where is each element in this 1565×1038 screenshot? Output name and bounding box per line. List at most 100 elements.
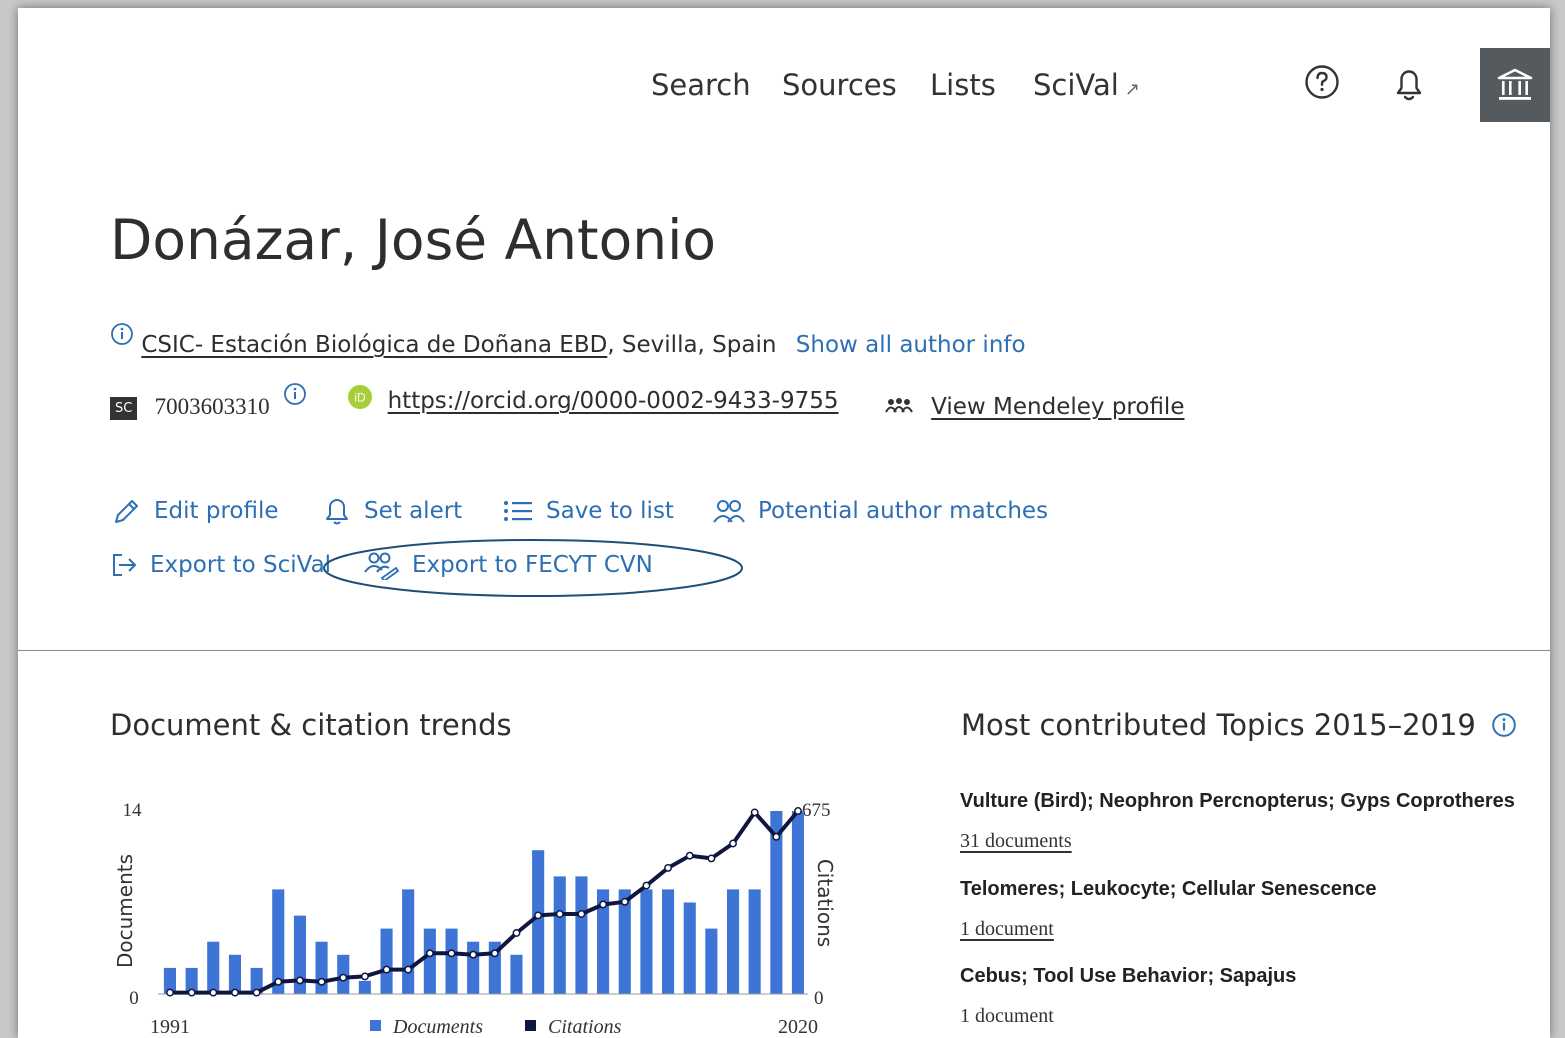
mendeley-profile-link[interactable]: View Mendeley profile: [931, 394, 1184, 420]
nav-sources[interactable]: Sources: [782, 68, 897, 102]
citations-point[interactable]: [534, 911, 543, 920]
citations-point[interactable]: [490, 949, 499, 958]
citations-point[interactable]: [382, 965, 391, 974]
potential-author-matches-action[interactable]: Potential author matches: [712, 496, 1048, 526]
citations-point[interactable]: [555, 910, 564, 918]
nav-lists[interactable]: Lists: [930, 68, 996, 102]
citations-point[interactable]: [209, 988, 218, 997]
citations-point[interactable]: [231, 988, 239, 997]
citations-point[interactable]: [166, 988, 174, 997]
citations-point[interactable]: [274, 977, 283, 986]
nav-search[interactable]: Search: [651, 68, 751, 102]
documents-bar[interactable]: [228, 954, 241, 994]
citations-point[interactable]: [512, 929, 521, 937]
citations-point[interactable]: [339, 973, 348, 982]
citations-point[interactable]: [620, 897, 629, 906]
documents-bar[interactable]: [640, 889, 653, 994]
set-alert-action[interactable]: Set alert: [322, 496, 462, 526]
citations-point[interactable]: [772, 832, 781, 841]
documents-bar[interactable]: [683, 902, 696, 995]
citations-point[interactable]: [252, 988, 261, 997]
bell-icon: [326, 499, 348, 525]
documents-bar[interactable]: [358, 980, 371, 994]
documents-bar[interactable]: [705, 928, 718, 994]
svg-text:iD: iD: [355, 391, 367, 405]
edit-profile-action[interactable]: Edit profile: [112, 496, 279, 526]
documents-bar[interactable]: [510, 954, 523, 994]
citations-point[interactable]: [187, 988, 196, 997]
document-citation-chart: 14 0 Documents 675 0 Citations 1991 2020…: [113, 800, 837, 1036]
y-left-tick-min: 0: [129, 988, 139, 1009]
topics-title-text: Most contributed Topics 2015–2019: [961, 708, 1476, 742]
info-icon[interactable]: [1491, 711, 1517, 745]
topic-document-count-link[interactable]: 1 document: [960, 918, 1054, 941]
documents-bar[interactable]: [748, 889, 761, 994]
topic-title[interactable]: Cebus; Tool Use Behavior; Sapajus: [960, 965, 1296, 988]
notification-bell-icon[interactable]: [1391, 64, 1427, 108]
topic-title[interactable]: Vulture (Bird); Neophron Percnopterus; G…: [960, 790, 1515, 813]
institution-button[interactable]: [1480, 48, 1550, 122]
info-icon[interactable]: [283, 383, 314, 412]
topic-document-count-link[interactable]: 1 document: [960, 1005, 1054, 1028]
orcid-icon: iD: [348, 385, 379, 415]
highlight-ellipse: [323, 539, 743, 597]
documents-bar[interactable]: [207, 941, 220, 994]
section-divider: [18, 650, 1550, 651]
citations-point[interactable]: [360, 972, 369, 981]
citations-point[interactable]: [707, 854, 716, 863]
documents-bar[interactable]: [791, 811, 804, 994]
documents-bar[interactable]: [662, 889, 675, 994]
citations-point[interactable]: [469, 950, 478, 959]
pencil-icon: [115, 500, 138, 523]
citations-point[interactable]: [447, 949, 456, 958]
external-link-icon: ↗: [1124, 79, 1140, 100]
nav-scival-label: SciVal: [1033, 68, 1119, 102]
citations-point[interactable]: [642, 881, 651, 890]
citations-point[interactable]: [425, 949, 434, 958]
documents-bar[interactable]: [315, 941, 328, 994]
citations-point[interactable]: [729, 839, 737, 848]
citations-point[interactable]: [750, 808, 759, 817]
potential-author-matches-label: Potential author matches: [758, 498, 1049, 524]
trends-title: Document & citation trends: [110, 708, 512, 742]
documents-bar[interactable]: [423, 928, 436, 994]
documents-bar[interactable]: [553, 876, 566, 994]
citations-point[interactable]: [664, 863, 673, 872]
y-right-tick-max: 675: [802, 800, 831, 821]
citations-point[interactable]: [794, 807, 802, 815]
citations-point[interactable]: [317, 977, 326, 986]
topic-document-count-link[interactable]: 31 documents: [960, 830, 1072, 853]
documents-bar[interactable]: [380, 928, 393, 994]
export-icon: [113, 554, 136, 576]
affiliation-link[interactable]: CSIC- Estación Biológica de Doñana EBD: [141, 332, 607, 358]
citations-point[interactable]: [295, 976, 304, 985]
save-to-list-action[interactable]: Save to list: [502, 496, 674, 526]
citations-point[interactable]: [577, 910, 586, 918]
help-icon[interactable]: [1304, 64, 1340, 104]
y-left-tick-max: 14: [123, 800, 143, 821]
documents-bar[interactable]: [402, 889, 415, 994]
documents-bar[interactable]: [467, 941, 480, 994]
topic-title[interactable]: Telomeres; Leukocyte; Cellular Senescenc…: [960, 878, 1376, 901]
legend-documents-label: Documents: [392, 1016, 483, 1036]
author-ids-row: SC 7003603310 iD https://orcid.org/0000-…: [110, 383, 1184, 422]
list-icon: [504, 501, 532, 521]
documents-bar[interactable]: [727, 889, 740, 994]
show-all-author-info-link[interactable]: Show all author info: [796, 332, 1026, 358]
info-icon[interactable]: [110, 323, 141, 352]
nav-scival[interactable]: SciVal ↗: [1033, 68, 1140, 102]
scopus-badge: SC: [110, 397, 138, 420]
documents-bar[interactable]: [532, 850, 545, 994]
documents-bar[interactable]: [575, 876, 588, 994]
author-profile-card: Search Sources Lists SciVal ↗ Donázar, Jo…: [18, 8, 1550, 1038]
topics-title: Most contributed Topics 2015–2019: [961, 708, 1517, 742]
export-to-scival-action[interactable]: Export to SciVal: [110, 550, 331, 580]
documents-bar[interactable]: [445, 928, 458, 994]
chart-legend: Documents Citations: [370, 1016, 622, 1036]
orcid-link[interactable]: https://orcid.org/0000-0002-9433-9755: [388, 388, 839, 414]
citations-point[interactable]: [404, 965, 413, 974]
citations-point[interactable]: [685, 851, 694, 860]
affiliation-location: , Sevilla, Spain: [607, 332, 777, 358]
institution-icon: [1497, 68, 1533, 100]
citations-point[interactable]: [599, 900, 608, 909]
